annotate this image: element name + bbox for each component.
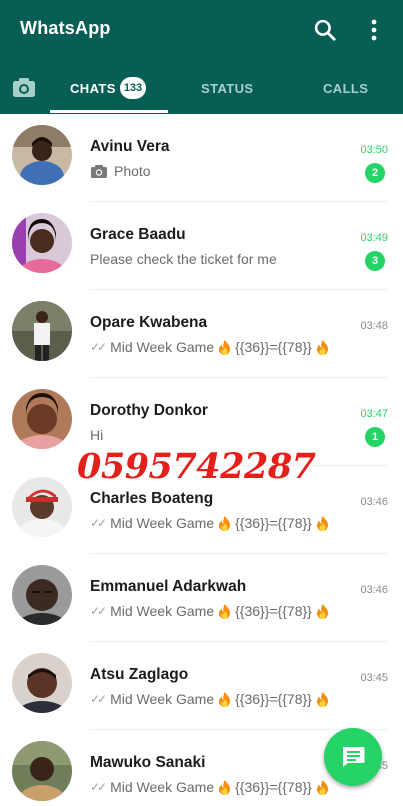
chat-row[interactable]: Atsu Zaglago ✓✓ Mid Week Game {{36}}={{7… (0, 642, 403, 730)
message-preview: ✓✓ Mid Week Game {{36}}={{78}} (90, 779, 333, 795)
avatar[interactable] (12, 477, 72, 537)
message-time: 03:46 (360, 496, 388, 508)
preview-score: {{36}}={{78}} (235, 339, 312, 355)
tab-bar: CHATS 133 STATUS CALLS (0, 68, 403, 114)
message-time: 03:47 (360, 408, 388, 420)
new-chat-button[interactable] (324, 728, 382, 786)
message-preview: Please check the ticket for me (90, 251, 277, 267)
fire-emoji-icon (219, 779, 231, 795)
chat-row[interactable]: Grace Baadu Please check the ticket for … (0, 202, 403, 290)
preview-score: {{36}}={{78}} (235, 691, 312, 707)
tab-calls[interactable]: CALLS (323, 81, 368, 96)
contact-name: Emmanuel Adarkwah (90, 578, 247, 595)
double-check-icon: ✓✓ (90, 692, 107, 706)
fire-emoji-icon (316, 339, 328, 355)
contact-name: Mawuko Sanaki (90, 754, 206, 771)
message-preview: Photo (90, 163, 151, 179)
contact-name: Atsu Zaglago (90, 666, 189, 683)
contact-name: Opare Kwabena (90, 314, 208, 331)
double-check-icon: ✓✓ (90, 516, 107, 530)
avatar[interactable] (12, 741, 72, 801)
unread-count-badge: 1 (365, 427, 385, 447)
unread-count-badge: 2 (365, 163, 385, 183)
photo-camera-icon (91, 165, 107, 178)
fire-emoji-icon (316, 691, 328, 707)
chat-row[interactable]: Opare Kwabena ✓✓ Mid Week Game {{36}}={{… (0, 290, 403, 378)
contact-name: Avinu Vera (90, 138, 170, 155)
message-preview: ✓✓ Mid Week Game {{36}}={{78}} (90, 603, 333, 619)
fire-emoji-icon (219, 515, 231, 531)
avatar[interactable] (12, 125, 72, 185)
avatar[interactable] (12, 653, 72, 713)
preview-text: Please check the ticket for me (90, 251, 277, 267)
search-icon[interactable] (312, 17, 338, 43)
preview-text: Mid Week Game (110, 515, 215, 531)
fire-emoji-icon (316, 515, 328, 531)
preview-score: {{36}}={{78}} (235, 515, 312, 531)
message-preview: ✓✓ Mid Week Game {{36}}={{78}} (90, 515, 333, 531)
avatar[interactable] (12, 389, 72, 449)
preview-text: Hi (90, 427, 104, 443)
tab-chats[interactable]: CHATS (70, 81, 116, 96)
unread-count-badge: 3 (365, 251, 385, 271)
preview-text: Mid Week Game (110, 603, 215, 619)
chats-count-badge: 133 (120, 77, 146, 99)
message-preview: ✓✓ Mid Week Game {{36}}={{78}} (90, 691, 333, 707)
message-time: 03:45 (360, 672, 388, 684)
double-check-icon: ✓✓ (90, 604, 107, 618)
double-check-icon: ✓✓ (90, 780, 107, 794)
chat-row[interactable]: Emmanuel Adarkwah ✓✓ Mid Week Game {{36}… (0, 554, 403, 642)
app-bar: WhatsApp CHATS 133 STATUS CALLS (0, 0, 403, 114)
message-time: 03:48 (360, 320, 388, 332)
tab-status[interactable]: STATUS (201, 81, 253, 96)
message-time: 03:49 (360, 232, 388, 244)
chat-row[interactable]: Avinu Vera Photo 03:50 2 (0, 114, 403, 202)
preview-text: Mid Week Game (110, 339, 215, 355)
contact-name: Dorothy Donkor (90, 402, 208, 419)
message-preview: Hi (90, 427, 103, 443)
more-vert-icon[interactable] (364, 17, 384, 43)
avatar[interactable] (12, 565, 72, 625)
fire-emoji-icon (219, 603, 231, 619)
message-time: 03:50 (360, 144, 388, 156)
new-chat-icon (342, 747, 365, 767)
preview-text: Mid Week Game (110, 779, 215, 795)
fire-emoji-icon (219, 339, 231, 355)
fire-emoji-icon (316, 603, 328, 619)
message-preview: ✓✓ Mid Week Game {{36}}={{78}} (90, 339, 333, 355)
preview-score: {{36}}={{78}} (235, 603, 312, 619)
app-title: WhatsApp (20, 18, 111, 38)
preview-text: Photo (114, 163, 151, 179)
message-time: 03:46 (360, 584, 388, 596)
camera-icon[interactable] (10, 74, 38, 100)
avatar[interactable] (12, 301, 72, 361)
fire-emoji-icon (316, 779, 328, 795)
fire-emoji-icon (219, 691, 231, 707)
preview-text: Mid Week Game (110, 691, 215, 707)
avatar[interactable] (12, 213, 72, 273)
contact-name: Charles Boateng (90, 490, 214, 507)
double-check-icon: ✓✓ (90, 340, 107, 354)
preview-score: {{36}}={{78}} (235, 779, 312, 795)
active-tab-indicator (50, 110, 168, 113)
contact-name: Grace Baadu (90, 226, 186, 243)
phone-number-overlay: 0595742287 (77, 446, 316, 487)
